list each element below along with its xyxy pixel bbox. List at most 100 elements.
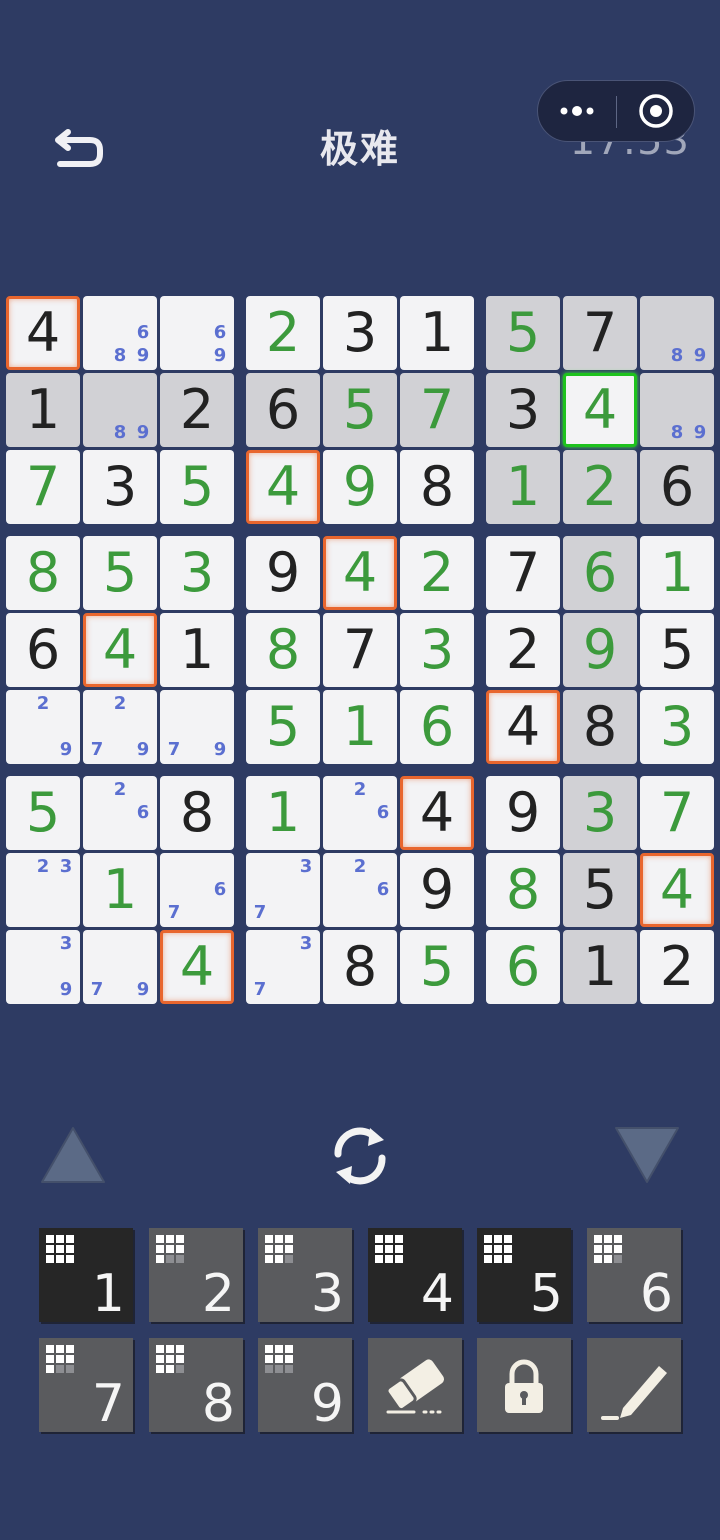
board-cell[interactable]: 26 xyxy=(323,853,397,927)
board-cell[interactable]: 4 xyxy=(640,853,714,927)
board-cell[interactable]: 39 xyxy=(6,930,80,1004)
number-key-8[interactable]: 8 xyxy=(149,1338,243,1432)
board-cell[interactable]: 1 xyxy=(486,450,560,524)
board-cell[interactable]: 2 xyxy=(563,450,637,524)
board-cell[interactable]: 3 xyxy=(486,373,560,447)
previous-button[interactable] xyxy=(38,1122,108,1186)
board-cell[interactable]: 1 xyxy=(83,853,157,927)
board-cell[interactable]: 2 xyxy=(246,296,320,370)
board-cell[interactable]: 9 xyxy=(246,536,320,610)
board-cell[interactable]: 37 xyxy=(246,930,320,1004)
next-button[interactable] xyxy=(612,1124,682,1188)
board-cell[interactable]: 5 xyxy=(400,930,474,1004)
number-key-1[interactable]: 1 xyxy=(39,1228,133,1322)
board-cell[interactable]: 3 xyxy=(160,536,234,610)
board-cell[interactable]: 6 xyxy=(6,613,80,687)
board-cell[interactable]: 9 xyxy=(486,776,560,850)
rotate-button[interactable] xyxy=(324,1120,396,1192)
board-cell[interactable]: 7 xyxy=(486,536,560,610)
board-cell[interactable]: 3 xyxy=(83,450,157,524)
board-cell[interactable]: 9 xyxy=(323,450,397,524)
number-key-2[interactable]: 2 xyxy=(149,1228,243,1322)
board-cell[interactable]: 9 xyxy=(400,853,474,927)
board-cell[interactable]: 6 xyxy=(486,930,560,1004)
board-cell[interactable]: 7 xyxy=(400,373,474,447)
board-cell[interactable]: 79 xyxy=(83,930,157,1004)
board-cell[interactable]: 1 xyxy=(640,536,714,610)
board-cell[interactable]: 4 xyxy=(323,536,397,610)
board-cell[interactable]: 8 xyxy=(486,853,560,927)
board-cell[interactable]: 5 xyxy=(83,536,157,610)
board-cell[interactable]: 8 xyxy=(323,930,397,1004)
board-cell[interactable]: 67 xyxy=(160,853,234,927)
board-cell[interactable]: 5 xyxy=(160,450,234,524)
board-cell[interactable]: 37 xyxy=(246,853,320,927)
board-cell[interactable]: 1 xyxy=(160,613,234,687)
board-cell[interactable]: 1 xyxy=(563,930,637,1004)
board-cell[interactable]: 79 xyxy=(160,690,234,764)
board-cell[interactable]: 3 xyxy=(640,690,714,764)
board-cell[interactable]: 6 xyxy=(400,690,474,764)
number-key-9[interactable]: 9 xyxy=(258,1338,352,1432)
number-key-5[interactable]: 5 xyxy=(477,1228,571,1322)
board-cell[interactable]: 89 xyxy=(640,373,714,447)
board-cell[interactable]: 8 xyxy=(160,776,234,850)
board-cell[interactable]: 4 xyxy=(486,690,560,764)
board-cell[interactable]: 1 xyxy=(400,296,474,370)
board-cell[interactable]: 5 xyxy=(640,613,714,687)
eraser-button[interactable] xyxy=(368,1338,462,1432)
board-cell[interactable]: 8 xyxy=(563,690,637,764)
board-cell[interactable]: 1 xyxy=(323,690,397,764)
board-cell[interactable]: 7 xyxy=(563,296,637,370)
board-cell[interactable]: 26 xyxy=(323,776,397,850)
board-cell[interactable]: 4 xyxy=(246,450,320,524)
board-cell[interactable]: 4 xyxy=(6,296,80,370)
board-cell[interactable]: 8 xyxy=(246,613,320,687)
cell-value: 2 xyxy=(265,301,301,364)
board-cell[interactable]: 689 xyxy=(83,296,157,370)
board-cell[interactable]: 1 xyxy=(6,373,80,447)
board-cell[interactable]: 2 xyxy=(640,930,714,1004)
board-cell[interactable]: 4 xyxy=(563,373,637,447)
board-cell[interactable]: 7 xyxy=(640,776,714,850)
board-cell[interactable]: 8 xyxy=(400,450,474,524)
board-cell[interactable]: 4 xyxy=(400,776,474,850)
board-cell[interactable]: 5 xyxy=(6,776,80,850)
pencil-button[interactable] xyxy=(587,1338,681,1432)
board-cell[interactable]: 7 xyxy=(323,613,397,687)
board-cell[interactable]: 5 xyxy=(323,373,397,447)
board-cell[interactable]: 6 xyxy=(246,373,320,447)
board-cell[interactable]: 5 xyxy=(486,296,560,370)
board-cell[interactable]: 5 xyxy=(246,690,320,764)
board-cell[interactable]: 9 xyxy=(563,613,637,687)
board-cell[interactable]: 89 xyxy=(83,373,157,447)
board-cell[interactable]: 2 xyxy=(160,373,234,447)
board-cell[interactable]: 1 xyxy=(246,776,320,850)
board-cell[interactable]: 4 xyxy=(160,930,234,1004)
number-key-3[interactable]: 3 xyxy=(258,1228,352,1322)
close-button[interactable] xyxy=(618,81,694,141)
number-key-4[interactable]: 4 xyxy=(368,1228,462,1322)
board-cell[interactable]: 8 xyxy=(6,536,80,610)
board-cell[interactable]: 2 xyxy=(486,613,560,687)
cell-value: 6 xyxy=(582,541,618,604)
number-key-6[interactable]: 6 xyxy=(587,1228,681,1322)
board-cell[interactable]: 3 xyxy=(400,613,474,687)
board-cell[interactable]: 29 xyxy=(6,690,80,764)
board-cell[interactable]: 89 xyxy=(640,296,714,370)
board-cell[interactable]: 3 xyxy=(563,776,637,850)
board-cell[interactable]: 69 xyxy=(160,296,234,370)
board-cell[interactable]: 23 xyxy=(6,853,80,927)
board-cell[interactable]: 2 xyxy=(400,536,474,610)
board-cell[interactable]: 5 xyxy=(563,853,637,927)
more-button[interactable] xyxy=(538,81,616,141)
board-cell[interactable]: 7 xyxy=(6,450,80,524)
number-key-7[interactable]: 7 xyxy=(39,1338,133,1432)
board-cell[interactable]: 6 xyxy=(563,536,637,610)
lock-button[interactable] xyxy=(477,1338,571,1432)
board-cell[interactable]: 2 7 9 xyxy=(83,690,157,764)
board-cell[interactable]: 26 xyxy=(83,776,157,850)
board-cell[interactable]: 4 xyxy=(83,613,157,687)
board-cell[interactable]: 6 xyxy=(640,450,714,524)
board-cell[interactable]: 3 xyxy=(323,296,397,370)
